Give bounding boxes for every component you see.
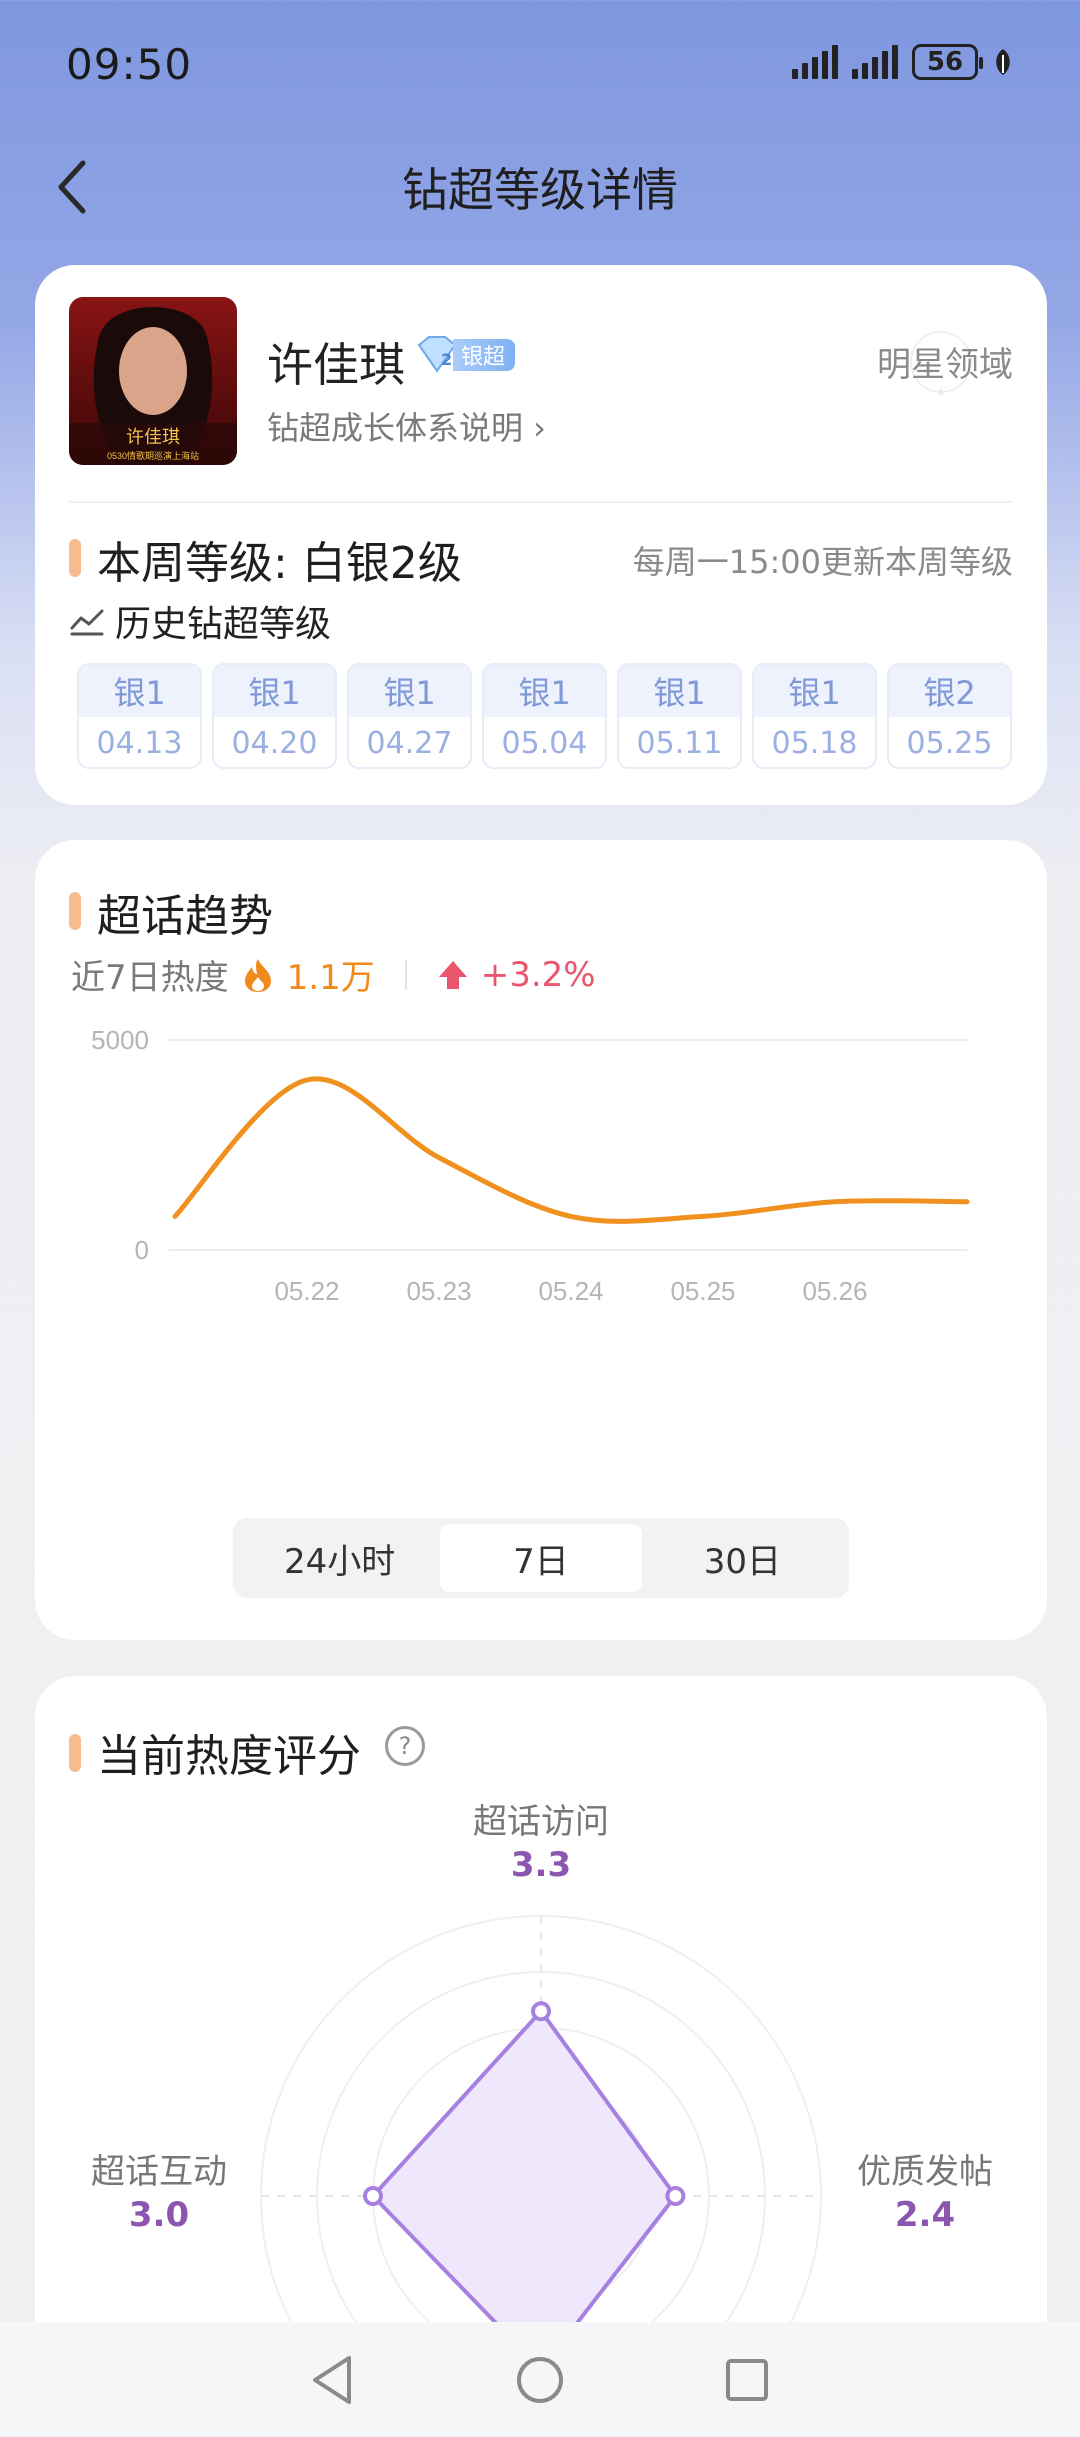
- user-name: 许佳琪: [267, 338, 405, 392]
- this-week-level: 本周等级: 白银2级: [97, 538, 462, 589]
- history-level-date: 04.27: [366, 725, 453, 761]
- history-level-date: 05.25: [906, 725, 993, 761]
- heat-change: +3.2%: [480, 954, 596, 995]
- period-selector: 24小时 7日 30日: [233, 1518, 849, 1598]
- radar-area: [370, 2008, 678, 2373]
- avatar-caption-name: 许佳琪: [126, 427, 180, 447]
- signal-icon-2: [852, 45, 898, 79]
- radar-point: [531, 2001, 551, 2022]
- growth-system-link[interactable]: 钻超成长体系说明 ›: [267, 403, 546, 449]
- history-level-date: 05.11: [636, 725, 723, 761]
- avatar-caption-line: 0530情歌期巡演上海站: [107, 450, 199, 461]
- badge-level: 2: [441, 350, 452, 369]
- system-nav-bar: [0, 2322, 1080, 2437]
- history-header: 历史钻超等级: [69, 595, 331, 647]
- header: 钻超等级详情: [0, 130, 1080, 240]
- accent-bar: [69, 539, 81, 577]
- history-level-item[interactable]: 银1 04.20: [212, 663, 337, 769]
- level-badge: 2 银超: [413, 335, 516, 375]
- trend-title: 超话趋势: [97, 891, 273, 942]
- accent-bar: [69, 892, 81, 930]
- avatar-image: 许佳琪 0530情歌期巡演上海站: [69, 297, 237, 465]
- circle-home-icon: [516, 2356, 563, 2403]
- period-option[interactable]: 24小时: [239, 1524, 440, 1592]
- history-level-value: 银1: [754, 665, 875, 717]
- radar-point: [665, 2186, 686, 2206]
- history-level-date: 05.04: [501, 725, 588, 761]
- history-level-item[interactable]: 银1 04.27: [347, 663, 472, 769]
- radar-axis-posts: 优质发帖 2.4: [825, 2144, 1025, 2235]
- history-level-date: 04.13: [96, 725, 183, 761]
- trend-line: [172, 1076, 970, 1224]
- history-level-value: 银1: [79, 665, 200, 717]
- history-level-date: 05.18: [771, 725, 858, 761]
- status-time: 09:50: [66, 40, 193, 89]
- square-recents-icon: [725, 2358, 768, 2401]
- triangle-back-icon: [313, 2355, 352, 2404]
- history-level-item[interactable]: 银1 04.13: [77, 663, 202, 769]
- x-tick-label: 05.25: [670, 1276, 735, 1306]
- history-levels: 银1 04.13 银1 04.20 银1 04.27 银1 05.04 银1 05.11 银1 05.…: [77, 663, 1012, 769]
- history-level-value: 银1: [214, 665, 335, 717]
- arrow-up-icon: [438, 960, 467, 989]
- history-level-value: 银1: [349, 665, 470, 717]
- trend-icon: [70, 609, 104, 636]
- nav-back-button[interactable]: [298, 2345, 368, 2415]
- x-tick-label: 05.26: [802, 1276, 867, 1306]
- radar-axis-visits: 超话访问 3.3: [441, 1794, 641, 1885]
- battery-icon: 56: [912, 44, 983, 80]
- history-level-item[interactable]: 银2 05.25: [887, 663, 1012, 769]
- history-level-value: 银2: [889, 665, 1010, 717]
- trend-chart: 5000 0 05.22 05.23 05.24 05.25 05.26: [91, 1025, 970, 1306]
- avatar[interactable]: 许佳琪 0530情歌期巡演上海站: [69, 297, 237, 465]
- nav-home-button[interactable]: [505, 2345, 575, 2415]
- fire-icon: [244, 958, 271, 992]
- x-tick-label: 05.23: [406, 1276, 471, 1306]
- radar-axis-score: 2.4: [894, 2195, 956, 2235]
- page-title: 钻超等级详情: [402, 163, 678, 217]
- y-tick-label: 0: [135, 1235, 149, 1265]
- history-level-value: 银1: [619, 665, 740, 717]
- badge-label: 银超: [453, 339, 516, 371]
- history-level-value: 银1: [484, 665, 605, 717]
- domain-tag[interactable]: 明星领域: [877, 337, 1013, 386]
- history-label: 历史钻超等级: [115, 604, 332, 645]
- radar-point: [363, 2186, 383, 2206]
- history-level-item[interactable]: 银1 05.04: [482, 663, 607, 769]
- leaf-icon: [996, 49, 1010, 75]
- status-bar: 09:50 56: [0, 0, 1080, 130]
- level-card: 许佳琪 0530情歌期巡演上海站 许佳琪 2 银超 钻超成长体系说明 › 明星领…: [35, 265, 1047, 805]
- y-tick-label: 5000: [91, 1025, 149, 1055]
- radar-axis-name: 优质发帖: [857, 2152, 993, 2192]
- x-tick-label: 05.24: [538, 1276, 603, 1306]
- signal-icon: [792, 45, 838, 79]
- history-level-item[interactable]: 银1 05.18: [752, 663, 877, 769]
- nav-recents-button[interactable]: [712, 2345, 782, 2415]
- heat-value: 1.1万: [286, 958, 375, 998]
- radar-axis-score: 3.0: [128, 2195, 190, 2235]
- history-level-date: 04.20: [231, 725, 318, 761]
- radar-axis-name: 超话互动: [91, 2152, 227, 2192]
- trend-card: 超话趋势 近7日热度 1.1万 +3.2% 5000 0 05.22 05.23 05.…: [35, 840, 1047, 1640]
- update-note: 每周一15:00更新本周等级: [632, 543, 1013, 581]
- divider: [69, 501, 1013, 503]
- status-icons: 56: [792, 44, 1014, 80]
- history-level-item[interactable]: 银1 05.11: [617, 663, 742, 769]
- heat-row: 近7日热度 1.1万 +3.2%: [71, 950, 596, 999]
- radar-axis-interaction: 超话互动 3.0: [59, 2144, 259, 2235]
- radar-axis-name: 超话访问: [473, 1802, 609, 1842]
- period-option[interactable]: 7日: [440, 1524, 642, 1592]
- separator: [404, 959, 407, 990]
- heat-label: 近7日热度: [71, 958, 229, 998]
- x-tick-label: 05.22: [274, 1276, 339, 1306]
- radar-axis-score: 3.3: [510, 1845, 572, 1885]
- period-option[interactable]: 30日: [642, 1524, 843, 1592]
